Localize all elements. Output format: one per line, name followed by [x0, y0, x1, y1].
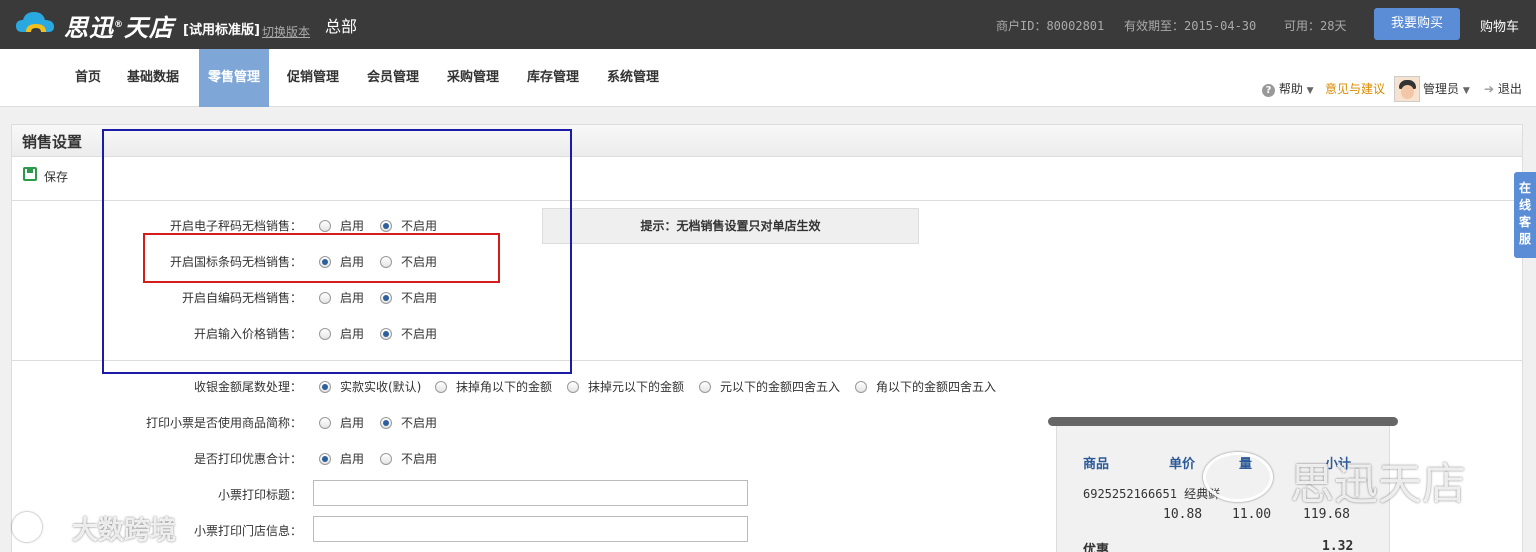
nav-home[interactable]: 首页: [75, 49, 101, 107]
watermark-logo-icon: [12, 512, 42, 542]
merchant-id: 商户ID：80002801: [996, 19, 1105, 33]
rounding-round-jiao-radio[interactable]: [855, 381, 867, 393]
discount-total-enable-radio[interactable]: [319, 453, 331, 465]
rounding-drop-jiao-radio[interactable]: [435, 381, 447, 393]
store-name: 总部: [325, 17, 358, 36]
logout-link[interactable]: ➔ 退出: [1484, 80, 1522, 97]
rounding-round-yuan-label: 元以下的金额四舍五入: [720, 380, 841, 394]
rounding-drop-yuan-radio[interactable]: [567, 381, 579, 393]
online-service-label: 在线客服: [1519, 181, 1532, 246]
brand-name: 思迅®天店: [64, 14, 174, 42]
receipt-printer-slot: [1048, 417, 1398, 426]
logout-label: 退出: [1497, 82, 1522, 96]
switch-version-link[interactable]: 切换版本: [262, 23, 310, 40]
cloud-logo-icon: [16, 12, 54, 32]
tip-box: 提示：无档销售设置只对单店生效: [542, 208, 919, 244]
avatar-face: [1401, 85, 1414, 99]
nav-inventory-management[interactable]: 库存管理: [527, 49, 579, 107]
receipt-col-price: 单价: [1169, 457, 1196, 472]
main-nav: 首页 基础数据 零售管理 促销管理 会员管理 采购管理 库存管理 系统管理 ? …: [0, 49, 1536, 107]
online-service-tab[interactable]: 在线客服: [1514, 172, 1536, 258]
rounding-round-jiao-label: 角以下的金额四舍五入: [876, 380, 997, 394]
edition-label: [试用标准版]: [183, 23, 260, 38]
rounding-round-yuan-radio[interactable]: [699, 381, 711, 393]
question-icon: ?: [1262, 84, 1275, 97]
receipt-discount-value: 1.32: [1322, 539, 1354, 552]
days-left: 可用：28天: [1284, 19, 1347, 33]
watermark-chat-icon: [1203, 452, 1273, 502]
discount-total-enable-label: 启用: [340, 452, 365, 466]
short-name-disable-label: 不启用: [401, 416, 438, 430]
rounding-exact-label: 实款实收(默认): [340, 380, 422, 394]
valid-until: 有效期至：2015-04-30: [1124, 19, 1257, 33]
short-name-label: 打印小票是否使用商品简称：: [145, 416, 302, 430]
logout-arrow-icon: ➔: [1484, 82, 1495, 96]
nav-promotion-management[interactable]: 促销管理: [287, 49, 339, 107]
receipt-store-input[interactable]: [313, 516, 748, 542]
nav-basic-data[interactable]: 基础数据: [127, 49, 179, 107]
chevron-down-icon: ▼: [1462, 86, 1470, 96]
chevron-down-icon: ▼: [1306, 86, 1314, 96]
discount-total-label: 是否打印优惠合计：: [193, 452, 302, 466]
receipt-col-item: 商品: [1083, 457, 1110, 472]
buy-button[interactable]: 我要购买: [1374, 8, 1460, 40]
discount-total-disable-label: 不启用: [401, 452, 438, 466]
rounding-label: 收银金额尾数处理：: [193, 380, 302, 394]
help-menu[interactable]: ? 帮助 ▼: [1262, 80, 1314, 97]
short-name-enable-radio[interactable]: [319, 417, 331, 429]
rounding-exact-radio[interactable]: [319, 381, 331, 393]
avatar[interactable]: [1394, 76, 1420, 102]
watermark-right: 思迅天店: [1290, 459, 1466, 510]
save-icon: [23, 167, 37, 181]
user-name: 管理员: [1423, 82, 1460, 96]
highlight-box-red: [143, 233, 500, 283]
short-name-disable-radio[interactable]: [380, 417, 392, 429]
nav-member-management[interactable]: 会员管理: [367, 49, 419, 107]
top-bar: 思迅®天店 [试用标准版] 切换版本 总部 商户ID：80002801 有效期至…: [0, 0, 1536, 49]
receipt-title-input[interactable]: [313, 480, 748, 506]
receipt-discount-label: 优惠: [1083, 543, 1110, 552]
user-menu[interactable]: 管理员 ▼: [1423, 80, 1470, 97]
cart-link[interactable]: 购物车: [1480, 16, 1519, 35]
receipt-item-code: 6925252166651 经典鲜: [1083, 487, 1221, 501]
rounding-drop-yuan-label: 抹掉元以下的金额: [588, 380, 685, 394]
receipt-qty: 11.00: [1232, 507, 1272, 522]
nav-retail-management[interactable]: 零售管理: [199, 49, 270, 107]
short-name-enable-label: 启用: [340, 416, 365, 430]
watermark-left: 大数跨境: [72, 516, 177, 546]
receipt-price: 10.88: [1163, 507, 1203, 522]
discount-total-disable-radio[interactable]: [380, 453, 392, 465]
nav-purchase-management[interactable]: 采购管理: [447, 49, 499, 107]
receipt-title-label: 小票打印标题：: [217, 488, 302, 502]
nav-system-management[interactable]: 系统管理: [607, 49, 659, 107]
help-label: 帮助: [1278, 82, 1303, 96]
rounding-drop-jiao-label: 抹掉角以下的金额: [456, 380, 553, 394]
page-title: 销售设置: [22, 133, 83, 151]
save-label: 保存: [44, 170, 69, 184]
feedback-link[interactable]: 意见与建议: [1325, 80, 1385, 97]
